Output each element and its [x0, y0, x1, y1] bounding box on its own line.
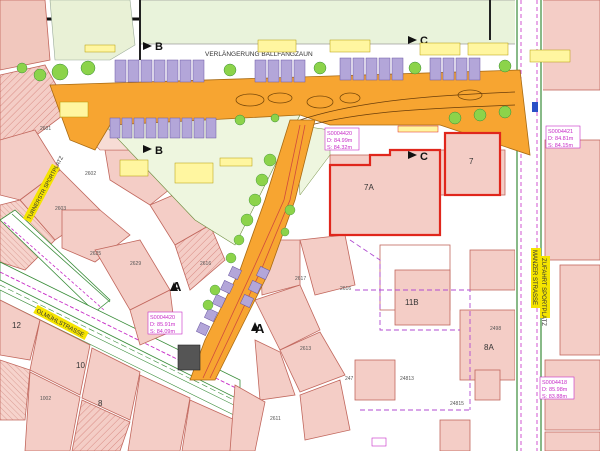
- building-11b-label: 11B: [405, 298, 419, 307]
- measurement-3-id: S0004420: [150, 315, 175, 321]
- marker-blue-sign: [532, 102, 538, 112]
- building-8a-label: 8A: [484, 343, 494, 352]
- parcel-2625: 2625: [90, 251, 101, 257]
- measurement-3-s: S: 84.09m: [150, 329, 175, 335]
- building-7a-label: 7A: [364, 183, 374, 192]
- section-mark-b-mid: B: [155, 145, 163, 157]
- measurement-1-s: S: 84.32m: [327, 145, 352, 151]
- parcel-2603: 2603: [55, 206, 66, 212]
- measurement-2-d: D: 84.81m: [548, 136, 574, 142]
- parcel-2611: 2611: [270, 416, 281, 422]
- parcel-24813: 24813: [400, 376, 414, 382]
- section-mark-b-top: B: [155, 41, 163, 53]
- parcel-2616: 2616: [200, 261, 211, 267]
- label-zufahrt-sportplatz: ZUFAHRT SPORTPLATZ: [540, 258, 546, 326]
- section-mark-c-mid: C: [420, 151, 428, 163]
- parcel-2498: 2498: [490, 326, 501, 332]
- measurement-4-id: S0004418: [542, 380, 567, 386]
- building-8-label: 8: [98, 399, 103, 408]
- building-12-label: 12: [12, 321, 21, 330]
- building-10-label: 10: [76, 361, 85, 370]
- measurement-1-d: D: 84.99m: [327, 138, 353, 144]
- measurement-4-d: D: 85.98m: [542, 387, 568, 393]
- measurement-1-id: S0004420: [327, 131, 352, 137]
- parcel-2601: 2601: [40, 126, 51, 132]
- vertical-road-zufahrt: [515, 0, 543, 451]
- site-plan-map: B B C C A A VERLÄNGERUNG BALLFANGZAUN TU…: [0, 0, 600, 451]
- measurement-box-1: S0004420 D: 84.99m S: 84.32m: [324, 127, 360, 151]
- parcel-2616b: 2616: [340, 286, 351, 292]
- parcel-247: 247: [345, 376, 354, 382]
- label-manzer-strasse: MANZER STRASSE: [531, 250, 537, 305]
- building-7-label: 7: [469, 157, 474, 166]
- measurement-3-d: D: 85.91m: [150, 322, 176, 328]
- parcel-1002: 1002: [40, 396, 51, 402]
- measurement-box-2: S0004421 D: 84.81m S: 84.15m: [545, 125, 581, 149]
- measurement-4-s: S: 83.88m: [542, 394, 567, 400]
- measurement-box-3: S0004420 D: 85.91m S: 84.09m: [147, 311, 183, 335]
- measurement-2-s: S: 84.15m: [548, 143, 573, 149]
- parcel-2613: 2613: [300, 346, 311, 352]
- parcel-2602: 2602: [85, 171, 96, 177]
- section-mark-a-left: A: [172, 279, 182, 294]
- measurement-box-4: S0004418 D: 85.98m S: 83.88m: [539, 376, 575, 400]
- parcel-2617: 2617: [295, 276, 306, 282]
- parcel-2629: 2629: [130, 261, 141, 267]
- section-mark-a-right: A: [255, 321, 265, 336]
- parcel-24815: 24815: [450, 401, 464, 407]
- measurement-2-id: S0004421: [548, 129, 573, 135]
- marker-bottom-right: [371, 437, 387, 447]
